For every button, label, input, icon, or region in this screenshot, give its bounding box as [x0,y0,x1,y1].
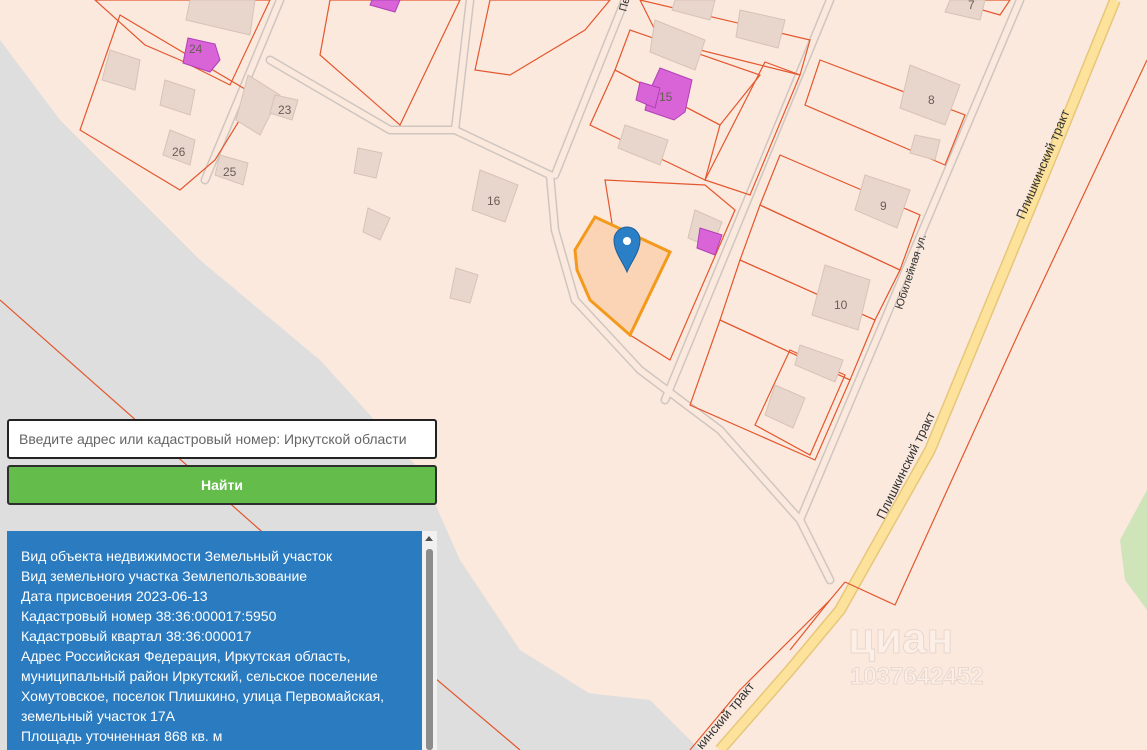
house-number: 25 [223,165,237,179]
info-label: Площадь уточненная [21,728,161,744]
info-value: Российская Федерация, Иркутская область,… [21,648,385,724]
info-row-date: Дата присвоения 2023-06-13 [21,586,408,606]
info-label: Кадастровый квартал [21,628,162,644]
scroll-thumb[interactable] [426,549,433,750]
info-value: 38:36:000017:5950 [155,608,277,624]
info-value: 868 кв. м [164,728,223,744]
info-label: Адрес [21,648,62,664]
info-row-address: Адрес Российская Федерация, Иркутская об… [21,646,408,726]
house-number: 9 [880,199,887,213]
info-row-object-type: Вид объекта недвижимости Земельный участ… [21,546,408,566]
info-row-cadastral-number: Кадастровый номер 38:36:000017:5950 [21,606,408,626]
info-label: Вид объекта недвижимости [21,548,201,564]
info-value: Земельный участок [204,548,333,564]
info-panel: Вид объекта недвижимости Земельный участ… [7,531,422,750]
watermark-code: 1037642452 [850,663,983,690]
scroll-up-arrow-icon[interactable] [422,531,437,545]
house-number: 7 [968,0,975,12]
info-row-area: Площадь уточненная 868 кв. м [21,726,408,746]
house-number: 8 [928,93,935,107]
house-number: 10 [834,298,848,312]
info-panel-scrollbar[interactable] [422,531,437,750]
house-number: 15 [659,90,673,104]
house-number: 16 [487,194,501,208]
info-row-land-type: Вид земельного участка Землепользование [21,566,408,586]
house-number: 24 [189,42,203,56]
watermark-brand: циан [848,614,953,663]
info-value: 38:36:000017 [165,628,252,644]
info-label: Вид земельного участка [21,568,179,584]
info-label: Кадастровый номер [21,608,152,624]
info-label: Дата присвоения [21,588,133,604]
house-number: 26 [172,145,186,159]
search-bar [7,419,437,459]
info-value: 2023-06-13 [135,588,208,604]
info-row-cadastral-quarter: Кадастровый квартал 38:36:000017 [21,626,408,646]
find-button[interactable]: Найти [7,465,437,505]
house-number: 23 [278,103,292,117]
info-value: Землепользование [182,568,308,584]
search-input[interactable] [7,419,437,459]
